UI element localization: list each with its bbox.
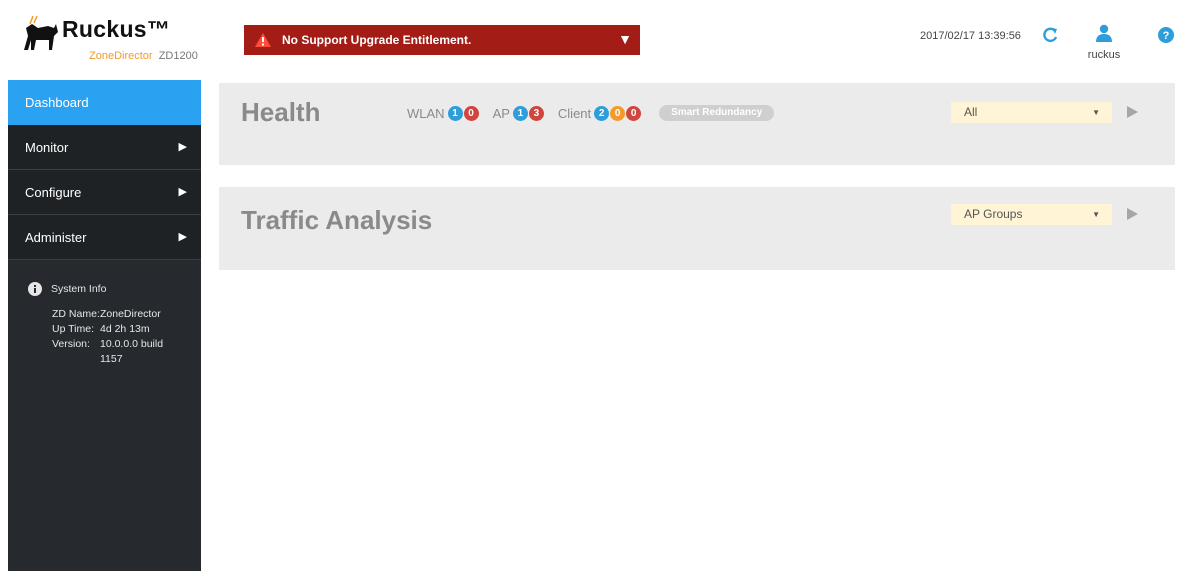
top-header: Ruckus™ ZoneDirector ZD1200 No Support U… (0, 0, 1195, 66)
traffic-analysis-panel: Traffic Analysis AP Groups ▼ (219, 187, 1175, 270)
system-info-title: System Info (28, 282, 201, 296)
warning-triangle-icon (255, 33, 271, 47)
user-icon (1096, 24, 1112, 42)
uptime-value: 4d 2h 13m (100, 323, 150, 335)
username: ruckus (1087, 49, 1121, 61)
sidebar-item-administer[interactable]: Administer ▶ (8, 215, 201, 260)
sidebar-item-label: Administer (25, 229, 87, 245)
version-value: 10.0.0.0 build 1157 (100, 338, 164, 365)
smart-redundancy-badge[interactable]: Smart Redundancy (659, 105, 775, 121)
system-datetime: 2017/02/17 13:39:56 (920, 30, 1021, 42)
ruckus-dog-logo-icon (24, 15, 58, 50)
client-label: Client (557, 105, 592, 121)
health-filter-value: All (964, 105, 978, 119)
user-menu[interactable]: ruckus (1086, 24, 1122, 64)
product-name: ZoneDirector (89, 50, 153, 62)
client-fair-badge: 0 (610, 105, 626, 121)
chevron-down-icon: ▼ (1092, 108, 1100, 117)
uptime-label: Up Time: (52, 323, 95, 335)
ap-stat[interactable]: AP 1 3 (492, 105, 544, 121)
sidebar-item-label: Monitor (25, 139, 69, 155)
wlan-stat[interactable]: WLAN 1 0 (407, 105, 479, 121)
traffic-filter-value: AP Groups (964, 207, 1023, 221)
wlan-up-badge: 1 (447, 105, 463, 121)
ruckus-logo[interactable]: Ruckus™ ZoneDirector ZD1200 (20, 10, 210, 62)
wlan-down-badge: 0 (463, 105, 479, 121)
sidebar-item-label: Dashboard (25, 94, 89, 110)
refresh-icon[interactable] (1040, 25, 1060, 45)
product-model: ZoneDirector ZD1200 (89, 50, 198, 62)
svg-text:?: ? (1163, 30, 1170, 42)
app-root: Ruckus™ ZoneDirector ZD1200 No Support U… (0, 0, 1195, 571)
client-poor-badge: 0 (626, 105, 642, 121)
help-icon[interactable]: ? (1158, 27, 1174, 43)
system-info: System Info ZD Name: ZoneDirector Up Tim… (8, 260, 201, 367)
ap-up-badge: 1 (512, 105, 528, 121)
chevron-down-icon: ▼ (1092, 210, 1100, 219)
sidebar-item-dashboard[interactable]: Dashboard (8, 80, 201, 125)
sidebar-item-configure[interactable]: Configure ▶ (8, 170, 201, 215)
play-icon[interactable] (1125, 105, 1139, 119)
version-label: Version: (52, 338, 90, 350)
wlan-label: WLAN (407, 105, 445, 121)
uptime-row: Up Time: 4d 2h 13m (52, 322, 201, 337)
play-icon[interactable] (1125, 207, 1139, 221)
nav-arrow-icon: ▶ (178, 141, 187, 153)
info-icon (28, 282, 42, 296)
brand-name: Ruckus™ (62, 16, 171, 42)
model-name: ZD1200 (158, 50, 198, 62)
zd-name-label: ZD Name: (52, 308, 100, 320)
sidebar-item-monitor[interactable]: Monitor ▶ (8, 125, 201, 170)
sidebar: Dashboard Monitor ▶ Configure ▶ Administ… (8, 80, 201, 571)
zd-name-row: ZD Name: ZoneDirector (52, 307, 201, 322)
health-stats: WLAN 1 0 AP 1 3 Client 2 0 0 Smart Redun… (407, 105, 775, 121)
client-stat[interactable]: Client 2 0 0 (557, 105, 642, 121)
ap-label: AP (492, 105, 510, 121)
ap-down-badge: 3 (528, 105, 544, 121)
nav-arrow-icon: ▶ (178, 231, 187, 243)
health-title: Health (241, 97, 321, 127)
health-filter-select[interactable]: All ▼ (951, 102, 1112, 123)
alert-text: No Support Upgrade Entitlement. (282, 33, 472, 47)
client-good-badge: 2 (594, 105, 610, 121)
nav-arrow-icon: ▶ (178, 186, 187, 198)
version-row: Version: 10.0.0.0 build 1157 (52, 337, 201, 367)
system-info-label: System Info (51, 283, 107, 295)
sidebar-item-label: Configure (25, 184, 82, 200)
alert-banner[interactable]: No Support Upgrade Entitlement. ▼ (244, 25, 640, 55)
dropdown-caret-icon[interactable]: ▼ (618, 31, 632, 47)
health-panel: Health WLAN 1 0 AP 1 3 Client 2 0 0 Smar… (219, 83, 1175, 165)
zd-name-value: ZoneDirector (100, 308, 161, 320)
traffic-filter-select[interactable]: AP Groups ▼ (951, 204, 1112, 225)
traffic-title: Traffic Analysis (241, 205, 433, 235)
